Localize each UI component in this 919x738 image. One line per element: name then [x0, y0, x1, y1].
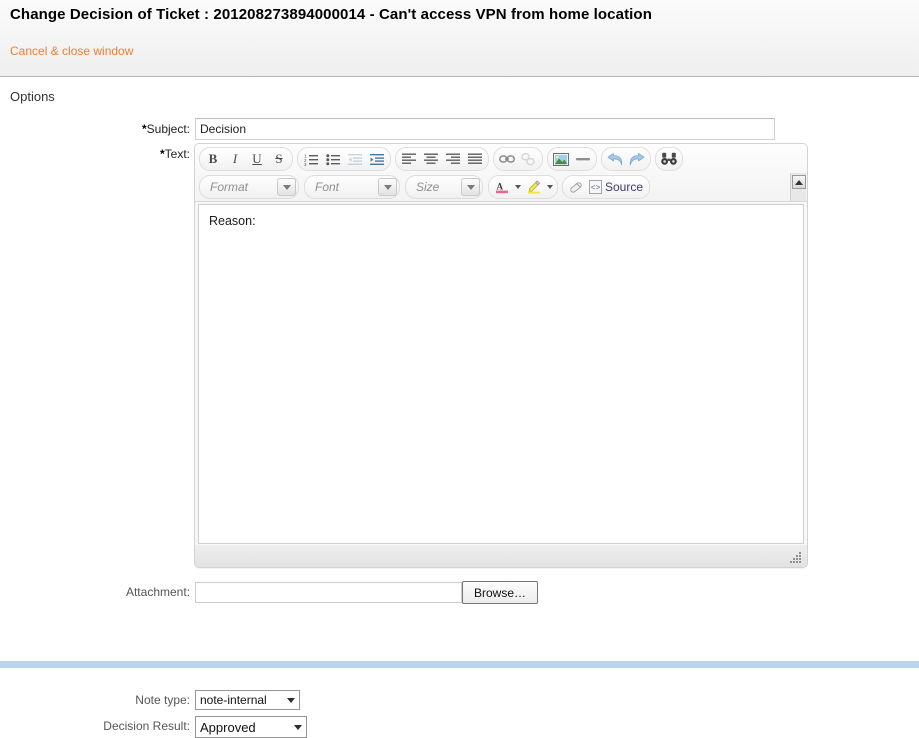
align-center-icon[interactable]	[420, 149, 442, 169]
remove-format-icon[interactable]	[565, 177, 587, 197]
bulleted-list-icon[interactable]	[322, 149, 344, 169]
horizontal-rule-icon[interactable]	[572, 149, 594, 169]
cancel-and-close-window-link[interactable]: Cancel & close window	[10, 44, 133, 58]
source-button[interactable]: <> Source	[587, 177, 647, 197]
align-justify-icon[interactable]	[464, 149, 486, 169]
toolbar-group-colors: A	[488, 175, 558, 199]
chevron-down-icon	[277, 178, 296, 196]
note-type-value: note-internal	[200, 693, 281, 707]
toolbar-scrollbar[interactable]	[790, 173, 806, 201]
decision-result-label: Decision Result:	[60, 719, 190, 733]
font-dropdown[interactable]: Font	[304, 175, 400, 199]
image-icon[interactable]	[550, 149, 572, 169]
italic-icon[interactable]: I	[224, 149, 246, 169]
decision-result-value: Approved	[200, 720, 288, 735]
note-type-select[interactable]: note-internal	[195, 690, 300, 710]
link-icon[interactable]	[496, 149, 518, 169]
toolbar-row-styles: Format Font Size A	[199, 173, 654, 201]
toolbar-group-find	[655, 147, 683, 171]
size-dropdown[interactable]: Size	[405, 175, 483, 199]
text-label: *Text:	[75, 147, 190, 161]
subject-label-text: Subject:	[147, 122, 190, 136]
text-color-chevron-icon[interactable]	[513, 185, 523, 189]
toolbar-row-formatting: B I U S 1 2 3	[199, 145, 687, 173]
toolbar-group-alignment	[395, 147, 489, 171]
indent-icon[interactable]	[366, 149, 388, 169]
chevron-down-icon	[461, 178, 480, 196]
subject-label: *Subject:	[75, 122, 190, 136]
options-legend: Options	[10, 89, 55, 104]
options-form: Options *Subject: *Text: B I U S 1 2	[0, 77, 919, 661]
chevron-down-icon	[294, 725, 302, 730]
rich-text-editor: B I U S 1 2 3	[194, 143, 808, 568]
background-color-chevron-icon[interactable]	[545, 185, 555, 189]
decision-result-select[interactable]: Approved	[195, 716, 307, 738]
attachment-label: Attachment:	[75, 585, 190, 599]
toolbar-group-undo	[601, 147, 651, 171]
editor-footer	[195, 545, 807, 567]
attachment-input[interactable]	[195, 582, 462, 603]
outdent-icon	[344, 149, 366, 169]
chevron-down-icon	[378, 178, 397, 196]
note-type-label: Note type:	[75, 693, 190, 707]
text-color-icon[interactable]: A	[491, 177, 513, 197]
page-title: Change Decision of Ticket : 201208273894…	[10, 6, 652, 23]
underline-icon[interactable]: U	[246, 149, 268, 169]
toolbar-group-basicstyles: B I U S	[199, 147, 293, 171]
toolbar-group-tools: <> Source	[562, 175, 650, 199]
editor-content-text[interactable]: Reason:	[199, 205, 803, 237]
align-right-icon[interactable]	[442, 149, 464, 169]
redo-icon[interactable]	[626, 149, 648, 169]
format-dropdown-label: Format	[210, 180, 248, 194]
font-dropdown-label: Font	[315, 180, 339, 194]
svg-text:3: 3	[304, 162, 307, 166]
editor-toolbar: B I U S 1 2 3	[195, 144, 807, 202]
toolbar-group-insert	[547, 147, 597, 171]
bottom-accent-bar	[0, 661, 919, 668]
toolbar-group-lists: 1 2 3	[297, 147, 391, 171]
bold-icon[interactable]: B	[202, 149, 224, 169]
unlink-icon	[518, 149, 540, 169]
format-dropdown[interactable]: Format	[199, 175, 299, 199]
toolbar-group-links	[493, 147, 543, 171]
text-label-text: Text:	[165, 147, 190, 161]
background-color-icon[interactable]	[523, 177, 545, 197]
chevron-down-icon	[287, 698, 295, 703]
size-dropdown-label: Size	[416, 180, 439, 194]
browse-button[interactable]: Browse…	[462, 581, 538, 604]
align-left-icon[interactable]	[398, 149, 420, 169]
resize-handle-icon[interactable]	[790, 551, 803, 564]
scroll-up-icon[interactable]	[792, 175, 806, 189]
svg-text:A: A	[497, 182, 504, 192]
numbered-list-icon[interactable]: 1 2 3	[300, 149, 322, 169]
source-button-label: Source	[605, 180, 643, 194]
editor-content-area[interactable]: Reason:	[198, 204, 804, 544]
undo-icon[interactable]	[604, 149, 626, 169]
strikethrough-icon[interactable]: S	[268, 149, 290, 169]
page-header: Change Decision of Ticket : 201208273894…	[0, 0, 919, 77]
subject-input[interactable]	[195, 118, 775, 140]
find-icon[interactable]	[658, 149, 680, 169]
svg-text:<>: <>	[591, 184, 601, 193]
